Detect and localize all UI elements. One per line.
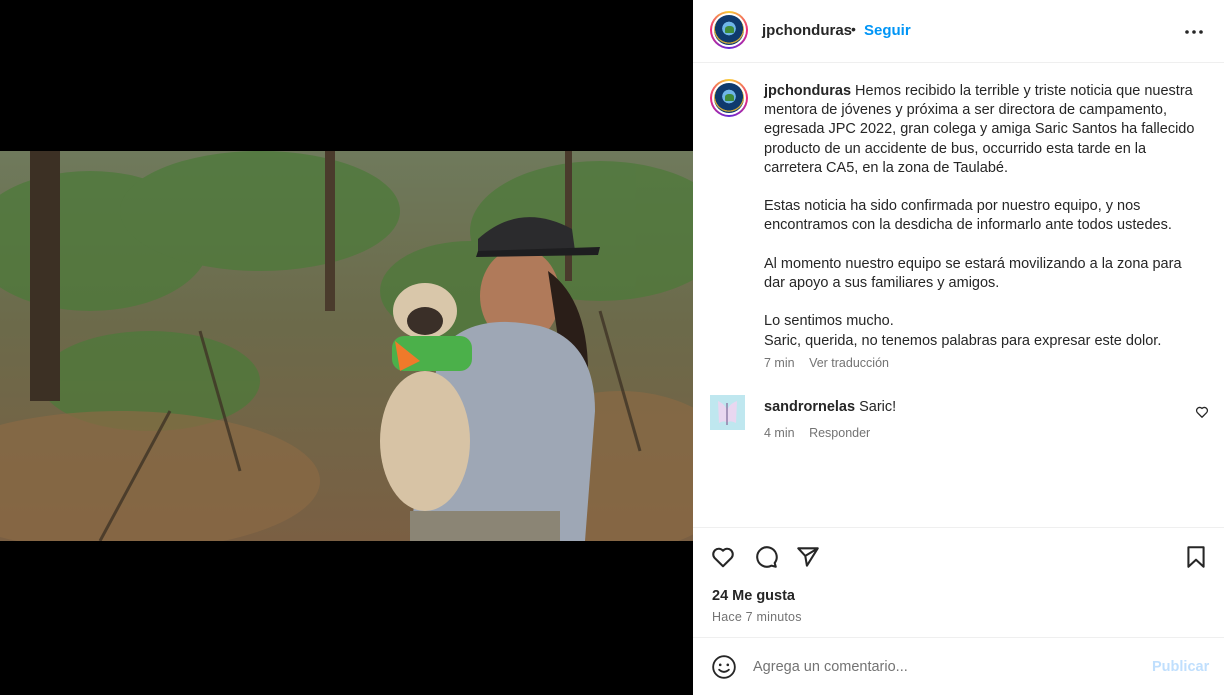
comment-time[interactable]: 4 min [764,426,795,440]
likes-count[interactable]: 24 Me gusta [712,588,795,604]
caption-paragraph: Al momento nuestro equipo se estará movi… [764,255,1182,291]
publish-button[interactable]: Publicar [1152,659,1209,675]
commenter-username[interactable]: sandrornelas [764,399,855,415]
post-header: jpchonduras • Seguir [693,0,1224,63]
caption-avatar[interactable] [710,79,748,117]
commenter-avatar[interactable] [710,395,745,430]
author-avatar[interactable] [710,11,748,49]
caption-paragraph: Estas noticia ha sido confirmada por nue… [764,198,1172,234]
caption-username[interactable]: jpchonduras [764,83,851,99]
share-icon[interactable] [795,544,821,570]
author-username[interactable]: jpchonduras [762,22,852,39]
comment-meta: 4 min Responder [764,426,881,440]
instagram-post-viewer: jpchonduras • Seguir jpchonduras Hemos r… [0,0,1224,695]
bookmark-icon[interactable] [1183,544,1209,570]
heart-icon[interactable] [710,544,736,570]
comment-input[interactable] [753,653,1133,681]
separator-dot: • [851,21,856,37]
post-media [0,0,693,695]
comment-text: sandrornelas Saric! [764,399,896,415]
emoji-icon[interactable] [711,654,737,680]
comment-like-heart-icon[interactable] [1195,405,1209,419]
post-photo[interactable] [0,151,693,541]
comment-icon[interactable] [753,544,779,570]
caption-paragraph: Lo sentimos mucho. [764,313,894,330]
caption-text: jpchonduras Hemos recibido la terrible y… [764,82,1204,351]
post-timestamp[interactable]: Hace 7 minutos [712,610,802,624]
follow-button[interactable]: Seguir [864,22,911,39]
comment-body: Saric! [859,399,897,415]
caption-paragraph: Saric, querida, no tenemos palabras para… [764,332,1162,349]
comment-composer: Publicar [693,637,1224,695]
reply-button[interactable]: Responder [809,426,870,440]
caption-time[interactable]: 7 min [764,356,795,370]
post-side-panel: jpchonduras • Seguir jpchonduras Hemos r… [693,0,1224,695]
translate-button[interactable]: Ver traducción [809,356,889,370]
comments-section: jpchonduras Hemos recibido la terrible y… [693,64,1224,526]
action-bar: 24 Me gusta Hace 7 minutos [693,527,1224,637]
more-horizontal-icon[interactable] [1183,22,1205,42]
caption-meta: 7 min Ver traducción [764,356,900,370]
